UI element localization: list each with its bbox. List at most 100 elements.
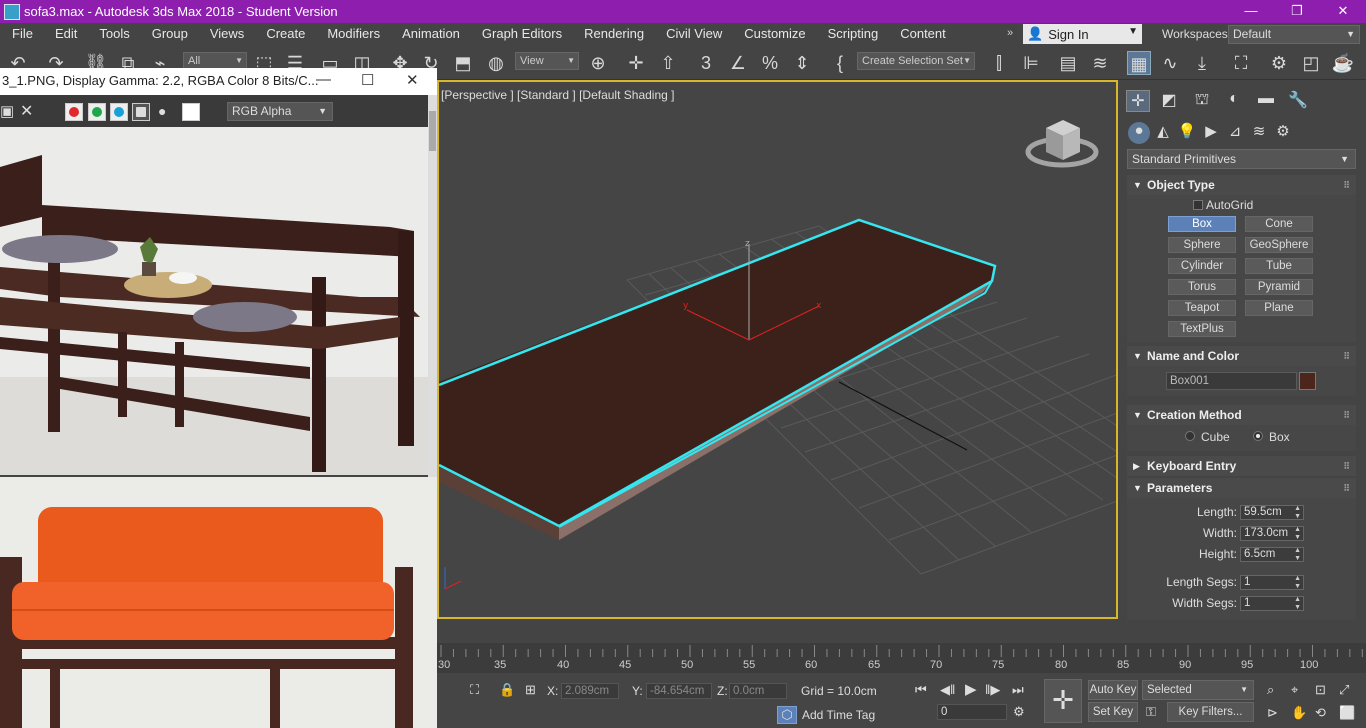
edit-named-selection-icon[interactable]: { [828, 51, 852, 75]
object-category-select[interactable]: Standard Primitives ▼ [1127, 149, 1356, 169]
keyboard-shortcut-override-icon[interactable]: ⇧ [656, 51, 680, 75]
autogrid-checkbox[interactable] [1193, 200, 1203, 210]
previous-frame-icon[interactable]: ◀‖ [940, 682, 955, 698]
pivot-center-icon[interactable]: ⊕ [586, 51, 610, 75]
pan-view-icon[interactable]: ✋ [1291, 705, 1307, 721]
geometry-icon[interactable]: ● [1128, 122, 1150, 144]
menu-views[interactable]: Views [199, 23, 255, 45]
key-filters-button[interactable]: Key Filters... [1167, 702, 1254, 722]
menu-overflow-icon[interactable]: » [1007, 27, 1013, 39]
menu-animation[interactable]: Animation [391, 23, 471, 45]
spinner-arrows-icon[interactable]: ▲ ▼ [1294, 575, 1301, 591]
perspective-viewport[interactable]: y x z [Perspective ] [Standard ] [Defaul… [437, 80, 1118, 619]
drag-grip-icon[interactable]: ⠿ [1343, 175, 1350, 195]
blue-channel-toggle[interactable] [110, 103, 128, 121]
keyboard-entry-rollout[interactable]: ▶ Keyboard Entry ⠿ [1127, 456, 1356, 476]
swatch-color[interactable] [182, 103, 200, 121]
render-setup-icon[interactable]: ⚙ [1267, 51, 1291, 75]
menu-file[interactable]: File [0, 23, 44, 45]
drag-grip-icon[interactable]: ⠿ [1343, 456, 1350, 476]
systems-icon[interactable]: ⚙ [1272, 122, 1294, 144]
cone-button[interactable]: Cone [1245, 216, 1313, 232]
menu-rendering[interactable]: Rendering [573, 23, 655, 45]
teapot-button[interactable]: Teapot [1168, 300, 1236, 316]
schematic-view-icon[interactable]: ⤓ [1190, 51, 1214, 75]
helpers-icon[interactable]: ⊿ [1224, 122, 1246, 144]
red-channel-toggle[interactable] [65, 103, 83, 121]
name-and-color-rollout[interactable]: ▼ Name and Color ⠿ [1127, 346, 1356, 366]
rendered-frame-window-icon[interactable]: ◰ [1299, 51, 1323, 75]
key-set-select[interactable]: Selected ▼ [1142, 680, 1254, 700]
play-icon[interactable]: ▶ [965, 680, 977, 698]
curve-editor-icon[interactable]: ∿ [1158, 51, 1182, 75]
plane-button[interactable]: Plane [1245, 300, 1313, 316]
drag-grip-icon[interactable]: ⠿ [1343, 405, 1350, 425]
drag-grip-icon[interactable]: ⠿ [1343, 478, 1350, 498]
viewcube[interactable] [1025, 120, 1099, 168]
drag-grip-icon[interactable]: ⠿ [1343, 346, 1350, 366]
menu-content[interactable]: Content [889, 23, 957, 45]
mirror-icon[interactable]: ⫿ [987, 51, 1011, 75]
menu-create[interactable]: Create [255, 23, 316, 45]
spinner-snap-icon[interactable]: ⇕ [790, 51, 814, 75]
creation-method-rollout[interactable]: ▼ Creation Method ⠿ [1127, 405, 1356, 425]
zoom-icon[interactable]: ⌕ [1267, 682, 1274, 698]
selection-lock-icon[interactable]: 🔒 [499, 682, 515, 698]
next-frame-icon[interactable]: ‖▶ [985, 682, 1000, 698]
maximize-viewport-icon[interactable]: ⬜ [1339, 705, 1355, 721]
display-channel-select[interactable]: RGB Alpha ▼ [227, 102, 333, 121]
utilities-tab-icon[interactable]: 🔧 [1286, 90, 1310, 112]
zoom-extents-icon[interactable]: ⊡ [1315, 682, 1326, 698]
minimize-button[interactable]: — [1228, 0, 1274, 23]
auto-key-button[interactable]: Auto Key [1088, 680, 1138, 700]
width-spinner[interactable]: 173.0cm ▲ ▼ [1240, 526, 1304, 541]
menu-customize[interactable]: Customize [733, 23, 816, 45]
add-time-tag[interactable]: Add Time Tag [802, 708, 875, 722]
geosphere-button[interactable]: GeoSphere [1245, 237, 1313, 253]
save-image-icon[interactable]: ▣ [0, 102, 14, 120]
motion-tab-icon[interactable]: ◐ [1222, 90, 1246, 112]
box-button[interactable]: Box [1168, 216, 1236, 232]
frame-buffer-scrollbar[interactable] [428, 95, 437, 477]
workspace-select[interactable]: Default ▼ [1228, 25, 1360, 44]
close-icon[interactable]: ✕ [406, 71, 419, 89]
object-type-rollout[interactable]: ▼ Object Type ⠿ [1127, 175, 1356, 195]
length-segs-spinner[interactable]: 1 ▲ ▼ [1240, 575, 1304, 590]
length-spinner[interactable]: 59.5cm ▲ ▼ [1240, 505, 1304, 520]
current-frame-input[interactable]: 0 [937, 704, 1007, 720]
display-tab-icon[interactable]: ▬ [1254, 90, 1278, 112]
restore-button[interactable]: ❐ [1274, 0, 1320, 23]
modify-tab-icon[interactable]: ◩ [1157, 90, 1181, 112]
menu-group[interactable]: Group [141, 23, 199, 45]
render-production-icon[interactable]: ☕ [1331, 51, 1355, 75]
green-channel-toggle[interactable] [88, 103, 106, 121]
time-configuration-icon[interactable]: ⚙ [1013, 704, 1025, 720]
absolute-mode-icon[interactable]: ⊞ [525, 682, 536, 698]
box-radio[interactable] [1253, 431, 1263, 441]
lights-icon[interactable]: 💡 [1176, 122, 1198, 144]
hierarchy-tab-icon[interactable]: ⛫ [1190, 90, 1214, 112]
cameras-icon[interactable]: ▶ [1200, 122, 1222, 144]
space-warps-icon[interactable]: ≋ [1248, 122, 1270, 144]
menu-edit[interactable]: Edit [44, 23, 88, 45]
minimize-icon[interactable]: — [316, 71, 331, 88]
sphere-button[interactable]: Sphere [1168, 237, 1236, 253]
parameters-rollout[interactable]: ▼ Parameters ⠿ [1127, 478, 1356, 498]
monochrome-icon[interactable]: ● [158, 103, 166, 119]
material-editor-icon[interactable]: ⛶ [1229, 51, 1253, 75]
cube-radio[interactable] [1185, 431, 1195, 441]
go-to-start-icon[interactable]: ⏮ [915, 682, 927, 698]
scene-explorer-icon[interactable]: ▤ [1056, 51, 1080, 75]
box001-object[interactable] [439, 218, 997, 540]
x-coordinate-input[interactable]: 2.089cm [561, 683, 619, 699]
snaps-toggle-icon[interactable]: 3 [694, 51, 718, 75]
angle-snap-icon[interactable]: ∠ [726, 51, 750, 75]
menu-civil-view[interactable]: Civil View [655, 23, 733, 45]
sign-in-dropdown[interactable]: 👤 Sign In ▼ [1023, 24, 1142, 44]
pyramid-button[interactable]: Pyramid [1245, 279, 1313, 295]
menu-scripting[interactable]: Scripting [817, 23, 890, 45]
placement-icon[interactable]: ◍ [484, 51, 508, 75]
orbit-icon[interactable]: ⟲ [1315, 705, 1326, 721]
named-selection-set-select[interactable]: Create Selection Set ▼ [857, 52, 975, 70]
close-button[interactable]: ✕ [1320, 0, 1366, 23]
